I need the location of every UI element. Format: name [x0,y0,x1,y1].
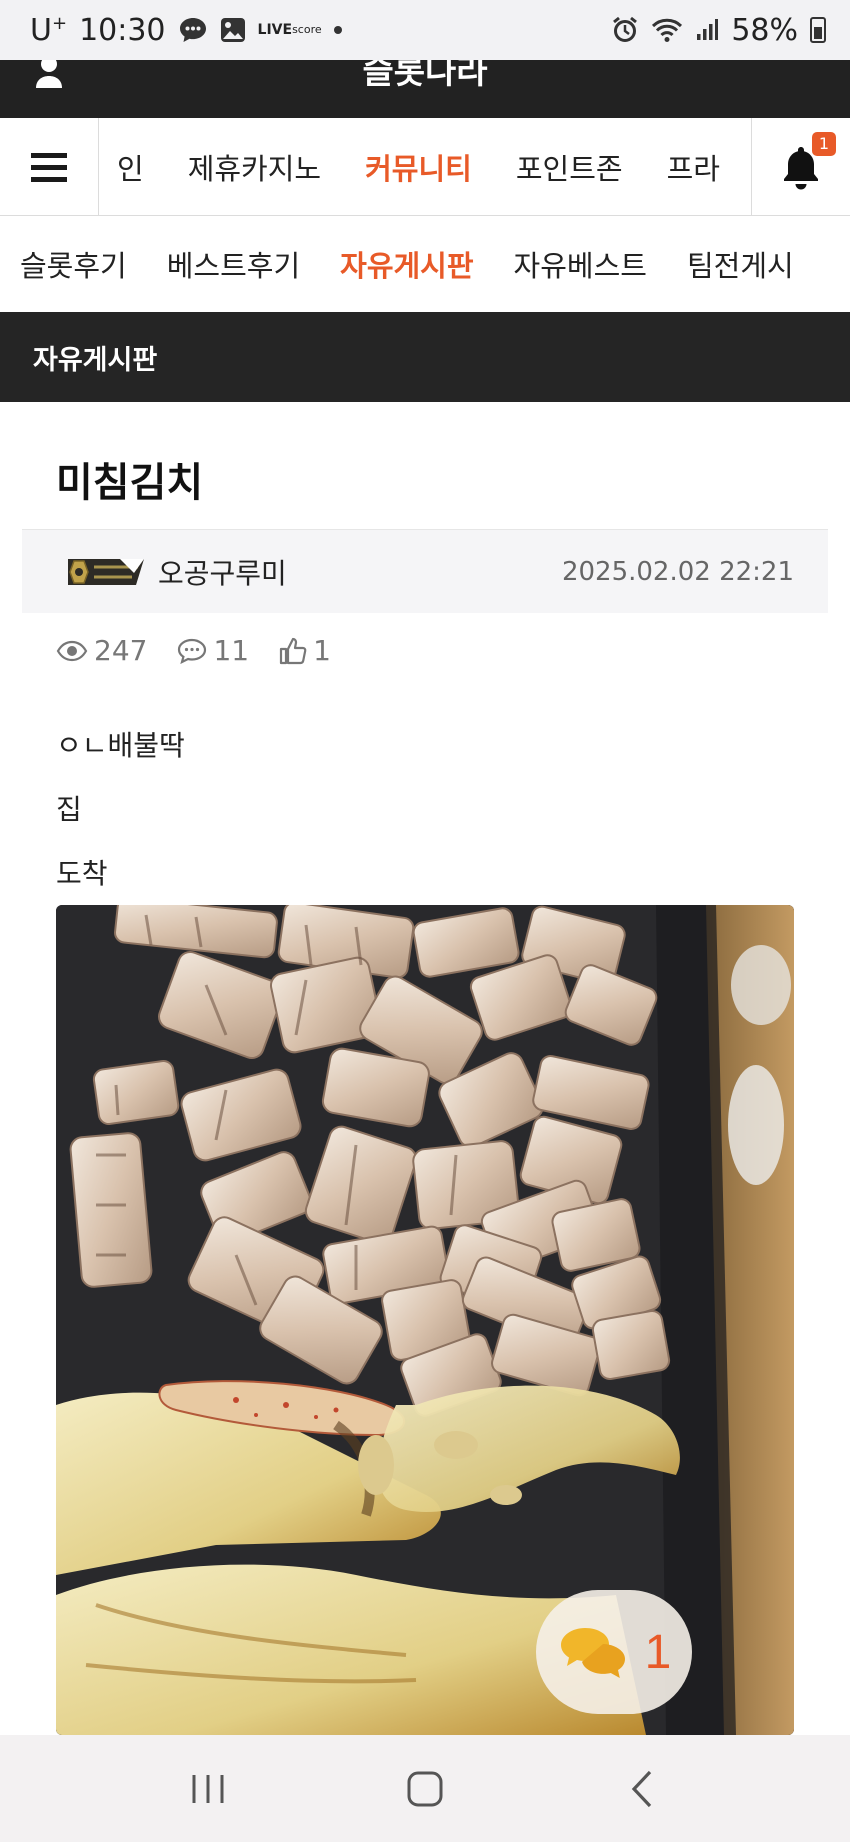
wifi-icon [651,17,683,43]
like-count[interactable]: 1 [279,634,331,667]
view-count-value: 247 [94,634,148,667]
comment-floating-count: 1 [644,1625,672,1679]
signal-icon [695,18,719,42]
site-logo[interactable]: 슬롯나라 [0,60,850,93]
hamburger-icon-bar [31,164,67,170]
comment-floating-button[interactable]: 1 [536,1590,692,1714]
alarm-icon [611,16,639,44]
comment-icon [178,638,207,664]
author-name[interactable]: 오공구루미 [158,552,287,592]
livescore-icon: LIVE score [257,22,322,38]
chat-bubble-icon [178,16,208,44]
recent-apps-icon [192,1774,224,1803]
sub-nav-item[interactable]: 베스트후기 [147,243,320,285]
comment-count-value: 11 [213,634,250,667]
post-meta-bar: 오공구루미 2025.02.02 22:21 [22,529,828,613]
main-nav-item[interactable]: 인 [117,146,166,188]
rank-badge-icon [64,555,148,589]
main-nav-item-active[interactable]: 커뮤니티 [343,146,494,188]
post-body-line: ㅇㄴ배불딱 [56,729,185,762]
comment-count: 11 [177,634,249,667]
like-count-value: 1 [313,634,331,667]
post-title: 미침김치 [56,460,204,506]
notifications-button[interactable]: 1 [751,118,850,216]
back-button[interactable] [602,1759,682,1819]
comments-icon [560,1628,625,1678]
main-nav: 인 제휴카지노 커뮤니티 포인트존 프라 1 [0,118,850,216]
status-bar-right: 58% [611,13,826,48]
post-body-line: 집 [56,793,82,826]
gallery-icon [220,17,246,43]
clock: 10:30 [79,12,166,48]
menu-button[interactable] [0,118,99,216]
post-stats: 247 11 1 [56,634,331,667]
notification-count-badge: 1 [812,132,836,156]
board-title: 자유게시판 [33,344,158,376]
eye-icon [56,640,88,661]
main-nav-item[interactable]: 포인트존 [494,146,645,188]
hamburger-icon-bar [31,152,67,158]
sub-nav-item[interactable]: 팀전게시 [667,243,814,285]
more-notifications-dot [333,26,342,34]
carrier-label: U+ [30,12,68,48]
main-nav-scroll[interactable]: 인 제휴카지노 커뮤니티 포인트존 프라 [99,118,751,215]
board-title-bar: 자유게시판 [0,312,850,402]
food-photo-illustration [56,905,794,1735]
sub-nav-item[interactable]: 자유베스트 [494,243,667,285]
site-header: 슬롯나라 [0,60,850,118]
main-nav-track: 인 제휴카지노 커뮤니티 포인트존 프라 [117,146,742,188]
back-icon [631,1770,651,1807]
thumbs-up-icon [279,637,307,664]
post-body-line: 도착 [56,857,108,890]
status-bar-left: U+ 10:30 LIVE score [30,13,342,48]
sub-nav[interactable]: 슬롯후기 베스트후기 자유게시판 자유베스트 팀전게시 [0,216,850,312]
hamburger-icon-bar [31,176,67,182]
view-count: 247 [56,634,147,667]
post-photo-grilled-pork-kimchi[interactable] [56,905,794,1735]
battery-icon [810,17,826,43]
status-bar: U+ 10:30 LIVE score 58% [0,0,850,60]
sub-nav-item-active[interactable]: 자유게시판 [320,243,493,285]
sub-nav-item[interactable]: 슬롯후기 [0,243,147,285]
home-button[interactable] [385,1759,465,1819]
post-date: 2025.02.02 22:21 [561,556,794,587]
battery-percent: 58% [731,12,798,48]
main-nav-item[interactable]: 프라 [645,146,742,188]
home-icon [407,1771,443,1806]
system-navigation-bar [0,1735,850,1842]
main-nav-item[interactable]: 제휴카지노 [166,146,343,188]
recent-apps-button[interactable] [168,1759,248,1819]
